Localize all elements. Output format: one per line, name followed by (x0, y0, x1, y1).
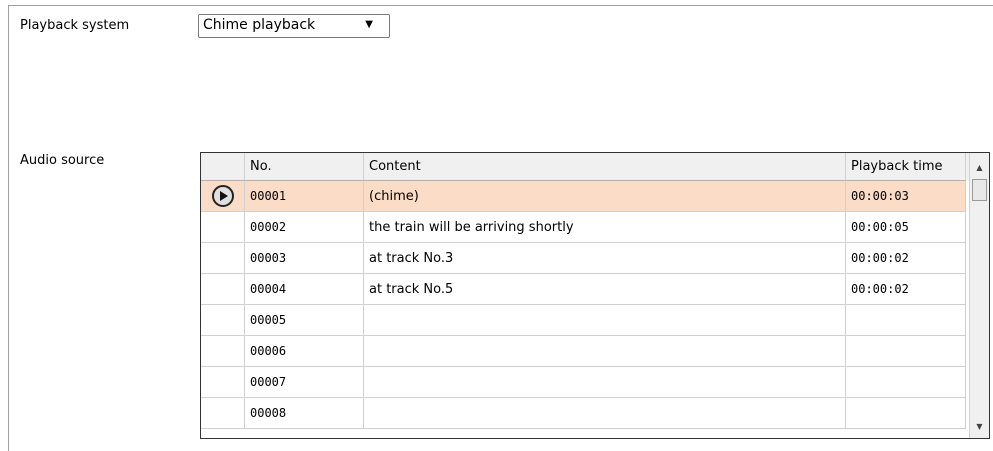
audio-source-grid[interactable]: No. Content Playback time 00001 (chime) 00… (200, 152, 990, 439)
row-selector-cell[interactable] (201, 305, 245, 336)
table-row[interactable]: 00007 (201, 367, 970, 398)
cell-playback-time[interactable]: 00:00:02 (846, 274, 966, 305)
table-row[interactable]: 00003 at track No.3 00:00:02 (201, 243, 970, 274)
cell-playback-time[interactable]: 00:00:02 (846, 243, 966, 274)
table-row[interactable]: 00006 (201, 336, 970, 367)
cell-content[interactable] (364, 305, 846, 336)
cell-playback-time[interactable] (846, 367, 966, 398)
cell-content[interactable] (364, 367, 846, 398)
cell-playback-time[interactable]: 00:00:03 (846, 181, 966, 212)
cell-content[interactable]: at track No.3 (364, 243, 846, 274)
row-selector-cell[interactable] (201, 336, 245, 367)
column-header-playback-time[interactable]: Playback time (846, 153, 966, 181)
cell-playback-time[interactable] (846, 305, 966, 336)
cell-no[interactable]: 00007 (245, 367, 364, 398)
audio-source-label: Audio source (20, 153, 105, 168)
column-header-no[interactable]: No. (245, 153, 364, 181)
scroll-up-arrow-icon[interactable]: ▲ (970, 157, 989, 177)
row-selector-cell[interactable] (201, 274, 245, 305)
row-selector-cell[interactable] (201, 212, 245, 243)
cell-content[interactable] (364, 336, 846, 367)
playback-system-label: Playback system (20, 18, 130, 33)
row-selector-cell[interactable] (201, 367, 245, 398)
cell-content[interactable]: at track No.5 (364, 274, 846, 305)
vertical-scrollbar[interactable]: ▲ ▼ (969, 153, 989, 438)
row-selector-cell[interactable] (201, 398, 245, 429)
playback-system-value: Chime playback (203, 17, 316, 33)
table-row[interactable]: 00004 at track No.5 00:00:02 (201, 274, 970, 305)
cell-no[interactable]: 00005 (245, 305, 364, 336)
cell-playback-time[interactable] (846, 398, 966, 429)
table-row[interactable]: 00002 the train will be arriving shortly 0… (201, 212, 970, 243)
table-row[interactable]: 00001 (chime) 00:00:03 (201, 181, 970, 212)
cell-no[interactable]: 00001 (245, 181, 364, 212)
cell-no[interactable]: 00004 (245, 274, 364, 305)
column-header-content[interactable]: Content (364, 153, 846, 181)
cell-content[interactable]: (chime) (364, 181, 846, 212)
play-circle-icon[interactable] (211, 185, 234, 207)
table-row[interactable]: 00005 (201, 305, 970, 336)
cell-playback-time[interactable]: 00:00:05 (846, 212, 966, 243)
cell-no[interactable]: 00008 (245, 398, 364, 429)
cell-playback-time[interactable] (846, 336, 966, 367)
cell-content[interactable]: the train will be arriving shortly (364, 212, 846, 243)
cell-no[interactable]: 00003 (245, 243, 364, 274)
table-row[interactable]: 00008 (201, 398, 970, 429)
row-selector-cell[interactable] (201, 181, 245, 212)
scroll-down-arrow-icon[interactable]: ▼ (970, 416, 989, 436)
cell-no[interactable]: 00006 (245, 336, 364, 367)
playback-system-dropdown[interactable]: Chime playback ▼ (198, 14, 390, 38)
row-selector-cell[interactable] (201, 243, 245, 274)
chevron-down-icon: ▼ (365, 19, 373, 30)
row-selector-header (201, 153, 245, 181)
grid-header-row: No. Content Playback time (201, 153, 970, 181)
cell-content[interactable] (364, 398, 846, 429)
scrollbar-thumb[interactable] (972, 179, 987, 201)
cell-no[interactable]: 00002 (245, 212, 364, 243)
